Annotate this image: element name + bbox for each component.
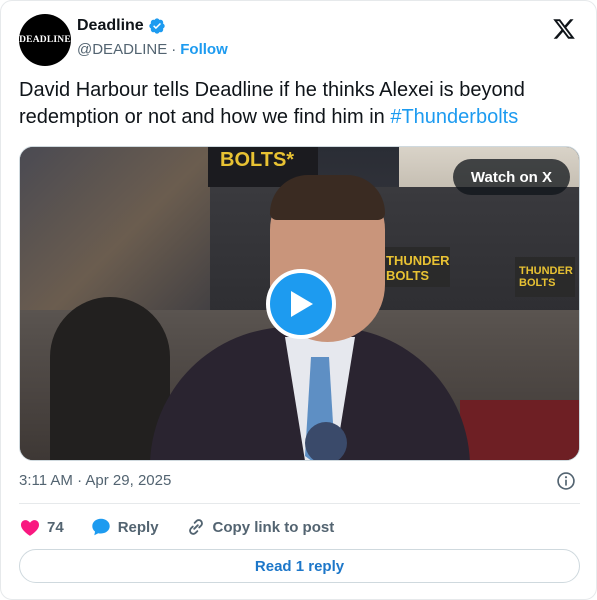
watch-on-x-button[interactable]: Watch on X <box>452 159 570 195</box>
poster-text-1: THUNDER BOLTS <box>386 253 450 283</box>
sign-text: BOLTS* <box>220 149 295 171</box>
timestamp[interactable]: 3:11 AM · Apr 29, 2025 <box>19 472 171 489</box>
poster-thunderbolts-2: THUNDER BOLTS <box>515 257 575 297</box>
tweet-embed-card: DEADLINE Deadline @DEADLINE · Follow Dav… <box>0 0 597 600</box>
copy-link-button[interactable]: Copy link to post <box>185 516 335 538</box>
microphone <box>305 422 347 460</box>
red-carpet <box>460 400 579 460</box>
poster-text-2: THUNDER BOLTS <box>519 265 573 289</box>
divider <box>19 503 580 504</box>
subject-hair <box>270 175 385 220</box>
background-person <box>50 297 170 460</box>
like-button[interactable]: 74 <box>19 516 64 538</box>
handle[interactable]: @DEADLINE <box>77 41 167 58</box>
handle-row: @DEADLINE · Follow <box>77 41 228 58</box>
video-media[interactable]: BOLTS* THUNDER BOLTS THUNDER BOLTS Watch… <box>19 146 580 461</box>
follow-link[interactable]: Follow <box>180 41 228 58</box>
name-row: Deadline <box>77 17 166 35</box>
tweet-text: David Harbour tells Deadline if he think… <box>19 77 579 131</box>
likes-count: 74 <box>47 518 64 536</box>
read-reply-button[interactable]: Read 1 reply <box>19 549 580 583</box>
link-icon <box>188 519 203 535</box>
reply-label: Reply <box>117 518 159 536</box>
action-bar: 74 Reply Copy link to post <box>19 515 360 539</box>
reply-bubble-icon <box>91 518 110 536</box>
copy-link-label: Copy link to post <box>212 518 335 536</box>
verified-badge-icon <box>149 18 165 34</box>
info-icon[interactable] <box>556 471 576 491</box>
x-logo-icon[interactable] <box>552 17 576 41</box>
reply-button[interactable]: Reply <box>90 516 159 538</box>
hashtag-link[interactable]: #Thunderbolts <box>390 106 518 128</box>
separator-dot: · <box>171 41 177 58</box>
avatar-logo-text: DEADLINE <box>19 35 71 45</box>
heart-icon <box>20 520 40 536</box>
play-button[interactable] <box>266 269 336 339</box>
avatar[interactable]: DEADLINE <box>19 14 71 66</box>
poster-thunderbolts-1: THUNDER BOLTS <box>380 247 450 287</box>
display-name[interactable]: Deadline <box>77 17 144 35</box>
play-icon <box>291 291 313 317</box>
